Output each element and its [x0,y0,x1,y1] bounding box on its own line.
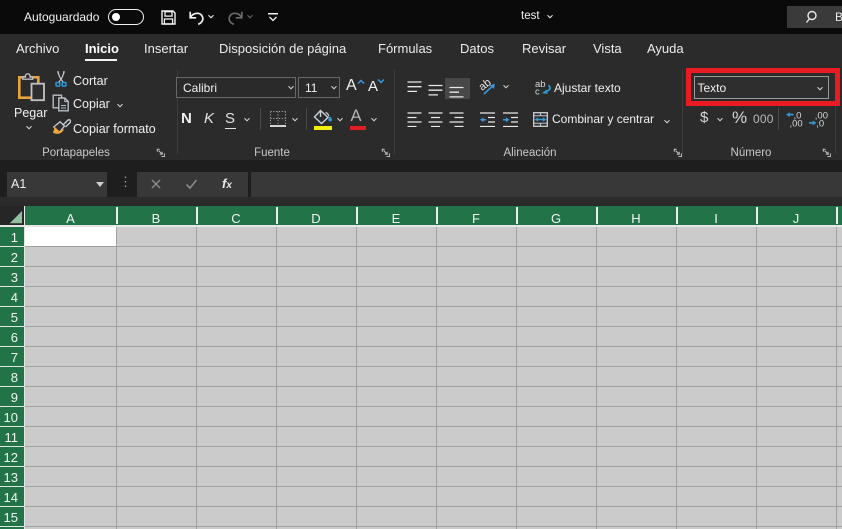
svg-text:,00: ,00 [790,119,803,129]
svg-text:c: c [535,87,540,97]
svg-text:,0: ,0 [816,119,824,129]
